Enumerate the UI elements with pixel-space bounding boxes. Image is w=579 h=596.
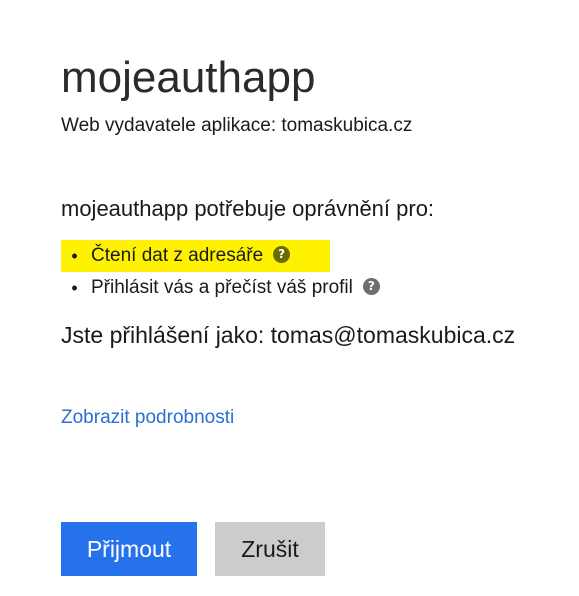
permission-label: Čtení dat z adresáře [91, 245, 264, 266]
permission-label: Přihlásit vás a přečíst váš profil [91, 277, 353, 298]
permissions-heading: mojeauthapp potřebuje oprávnění pro: [61, 196, 435, 221]
permission-item-read-directory: • Čtení dat z adresáře ? [61, 240, 330, 272]
publisher-text: Web vydavatele aplikace: tomaskubica.cz [61, 115, 413, 136]
signed-in-as-text: Jste přihlášení jako: tomas@tomaskubica.… [61, 322, 516, 348]
app-title: mojeauthapp [61, 53, 316, 102]
bullet: • [71, 277, 78, 298]
show-details-link[interactable]: Zobrazit podrobnosti [61, 406, 234, 430]
cancel-button[interactable]: Zrušit [215, 522, 325, 576]
bullet: • [71, 245, 78, 266]
question-circle-icon[interactable]: ? [273, 245, 291, 263]
accept-button[interactable]: Přijmout [61, 522, 197, 576]
question-circle-icon[interactable]: ? [362, 277, 380, 295]
permission-item-sign-in-profile: • Přihlásit vás a přečíst váš profil ? [61, 272, 380, 304]
permission-list: • Čtení dat z adresáře ? • Přihlásit vás… [61, 240, 380, 304]
